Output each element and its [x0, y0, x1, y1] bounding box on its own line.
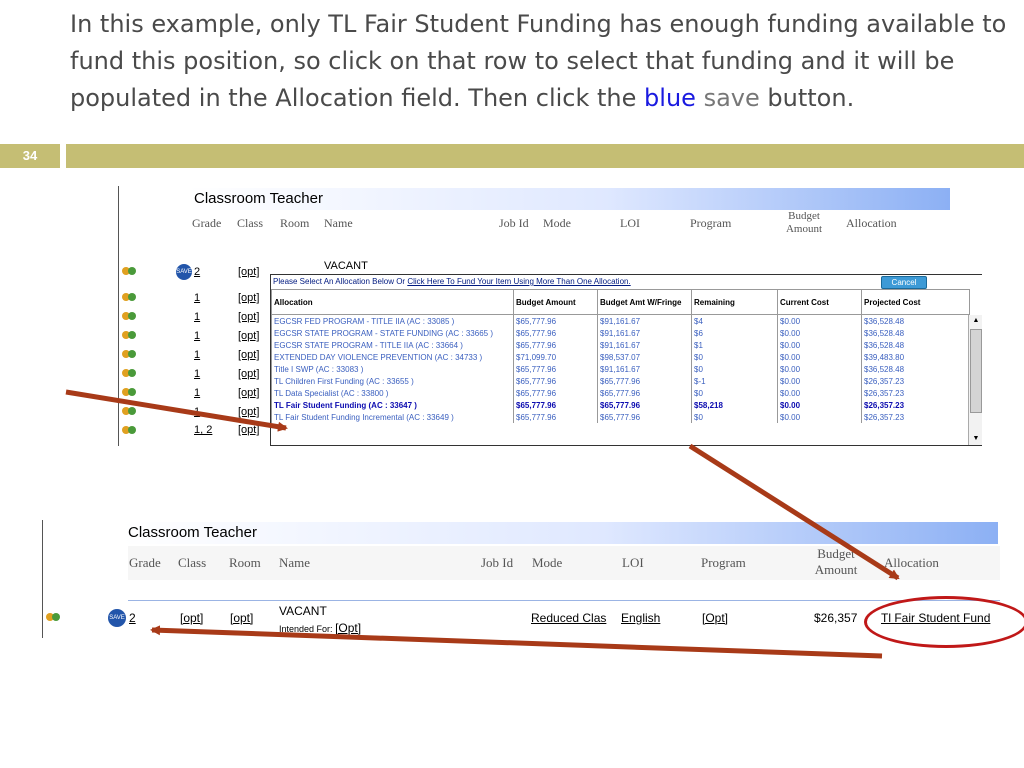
arrow-to-allocation-field: [688, 443, 900, 581]
arrow-to-selected-row: [65, 389, 288, 432]
annotation-arrows: [65, 389, 900, 659]
arrow-to-save-button: [150, 625, 883, 659]
